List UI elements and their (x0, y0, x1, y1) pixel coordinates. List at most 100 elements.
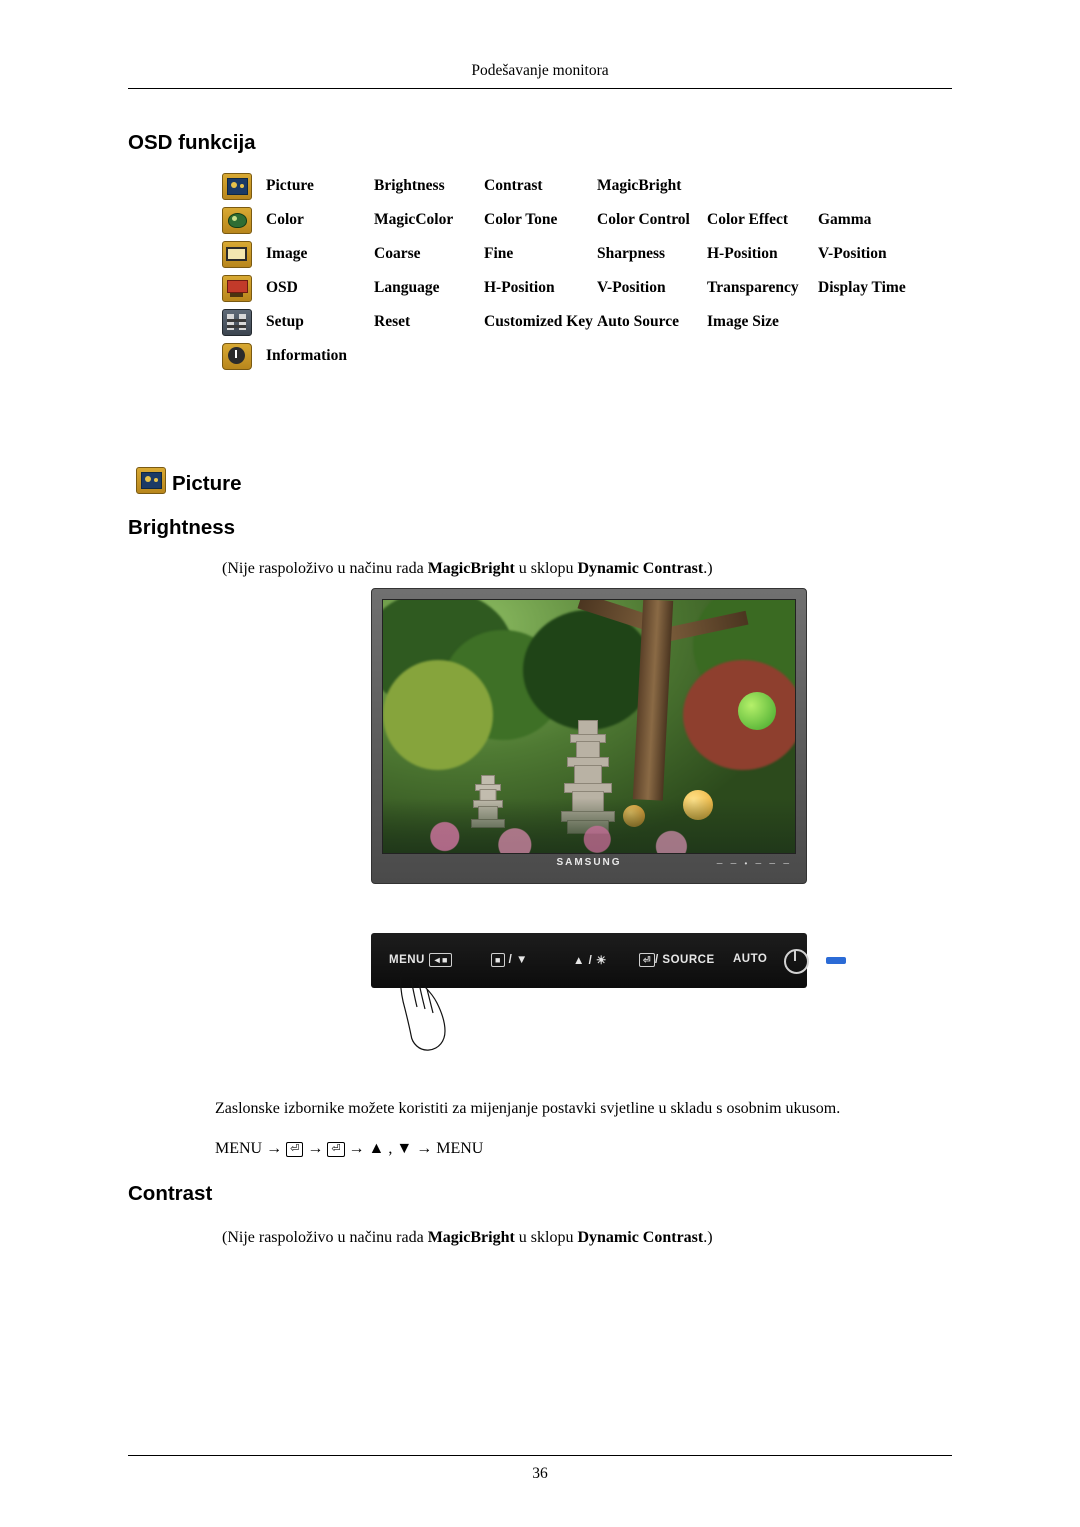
osd-row-label: Image (266, 245, 308, 262)
menu-path-start: MENU → (215, 1140, 283, 1157)
osd-cell: Color Effect (707, 211, 789, 228)
picture-icon-cell (222, 173, 266, 210)
brightness-down-button[interactable]: ■ / ▼ (491, 953, 528, 967)
menu-path-arrows: → ▲ , ▼ → MENU (348, 1140, 484, 1157)
osd-cell (707, 346, 818, 380)
table-row: Image Coarse Fine Sharpness H-Position V… (222, 241, 918, 278)
osd-cell: Color Tone (484, 211, 558, 228)
osd-cell (818, 312, 918, 346)
osd-cell: MagicColor (374, 211, 454, 228)
footer-divider (128, 1455, 952, 1456)
osd-cell: H-Position (707, 245, 778, 262)
osd-cell: Color Control (597, 211, 690, 228)
note-magicbright: MagicBright (427, 1229, 515, 1246)
monitor-photo: SAMSUNG ─ ─ • ─ ─ ─ (371, 588, 807, 884)
page-number: 36 (532, 1465, 548, 1482)
body-description: Zaslonske izbornike možete koristiti za … (215, 1100, 841, 1117)
osd-cell: V-Position (818, 245, 887, 262)
section-heading-contrast: Contrast (128, 1182, 213, 1205)
picture-heading-icon (136, 467, 166, 494)
note-middle: u sklopu (514, 1229, 578, 1246)
note-magicbright: MagicBright (427, 560, 515, 577)
document-page: Podešavanje monitora OSD funkcija Pictur… (0, 0, 1080, 1527)
note-prefix: (Nije raspoloživo u načinu rada (222, 1229, 428, 1246)
osd-cell: Contrast (484, 177, 543, 194)
osd-cell (818, 176, 918, 210)
setup-icon-cell (222, 309, 266, 346)
section-heading-picture: Picture (172, 472, 242, 495)
table-row: Picture Brightness Contrast MagicBright (222, 173, 918, 210)
osd-cell: Transparency (707, 279, 799, 296)
osd-icon-cell (222, 275, 266, 312)
menu-path-middle: → (307, 1140, 324, 1157)
power-led (826, 957, 846, 964)
monitor-bezel-buttons: ─ ─ • ─ ─ ─ (716, 859, 792, 868)
osd-row-label: Information (266, 347, 347, 364)
enter-key-icon: ⏎ (286, 1141, 304, 1157)
note-suffix: .) (703, 560, 713, 577)
enter-glyph-icon: ⏎ (639, 953, 656, 967)
color-icon-cell (222, 207, 266, 244)
osd-cell: Gamma (818, 211, 872, 228)
osd-row-label: Picture (266, 177, 314, 194)
osd-cell (374, 346, 484, 380)
power-button[interactable] (784, 949, 809, 974)
table-row: Information (222, 343, 918, 380)
table-row: Color MagicColor Color Tone Color Contro… (222, 207, 918, 244)
table-row: OSD Language H-Position V-Position Trans… (222, 275, 918, 312)
note-suffix: .) (703, 1229, 713, 1246)
picture-icon (222, 173, 252, 200)
hand-pointer-illustration (400, 966, 446, 1051)
osd-row-label: OSD (266, 279, 298, 296)
osd-row-label: Setup (266, 313, 304, 330)
note-dynamic-contrast: Dynamic Contrast (577, 1229, 704, 1246)
photo-green-lantern (738, 692, 776, 730)
monitor-screen (382, 599, 796, 854)
minus-glyph-icon: ■ (491, 953, 505, 967)
brightness-note: (Nije raspoloživo u načinu rada MagicBri… (222, 558, 713, 580)
photo-bush (523, 610, 653, 730)
menu-path: MENU → ⏎ → ⏎ → ▲ , ▼ → MENU (215, 1138, 483, 1160)
osd-cell (818, 346, 918, 380)
information-icon-cell (222, 343, 266, 380)
image-icon-cell (222, 241, 266, 278)
note-dynamic-contrast: Dynamic Contrast (577, 560, 704, 577)
osd-cell: Sharpness (597, 245, 666, 262)
osd-cell (707, 176, 818, 210)
header-divider (128, 88, 952, 89)
running-head: Podešavanje monitora (471, 62, 609, 79)
osd-cell: Image Size (707, 313, 779, 330)
note-prefix: (Nije raspoloživo u načinu rada (222, 560, 428, 577)
source-button[interactable]: ⏎ / SOURCE (639, 953, 715, 967)
auto-button[interactable]: AUTO (733, 953, 767, 965)
osd-row-label: Color (266, 211, 304, 228)
osd-cell: Reset (374, 313, 411, 330)
osd-cell: V-Position (597, 279, 666, 296)
osd-cell: Language (374, 279, 440, 296)
information-icon (222, 343, 252, 370)
enter-key-icon: ⏎ (327, 1141, 345, 1157)
osd-cell: Customized Key (484, 313, 593, 330)
brightness-up-button[interactable]: ▲ / ☀ (573, 953, 607, 967)
osd-cell: Coarse (374, 245, 421, 262)
contrast-note: (Nije raspoloživo u načinu rada MagicBri… (222, 1227, 713, 1249)
osd-cell: Brightness (374, 177, 445, 194)
osd-cell: Fine (484, 245, 514, 262)
osd-icon (222, 275, 252, 302)
color-icon (222, 207, 252, 234)
osd-cell: Display Time (818, 279, 906, 296)
table-row: Setup Reset Customized Key Auto Source I… (222, 309, 918, 346)
note-middle: u sklopu (514, 560, 578, 577)
setup-icon (222, 309, 252, 336)
osd-cell (484, 346, 597, 380)
osd-function-table: Picture Brightness Contrast MagicBright … (222, 173, 918, 380)
osd-cell: Auto Source (597, 313, 679, 330)
osd-cell (597, 346, 707, 380)
osd-cell: MagicBright (597, 177, 682, 194)
section-heading-brightness: Brightness (128, 516, 236, 539)
photo-bush (383, 660, 493, 770)
photo-flowerbed (383, 798, 795, 853)
osd-cell: H-Position (484, 279, 555, 296)
page-title: OSD funkcija (128, 131, 256, 154)
image-icon (222, 241, 252, 268)
